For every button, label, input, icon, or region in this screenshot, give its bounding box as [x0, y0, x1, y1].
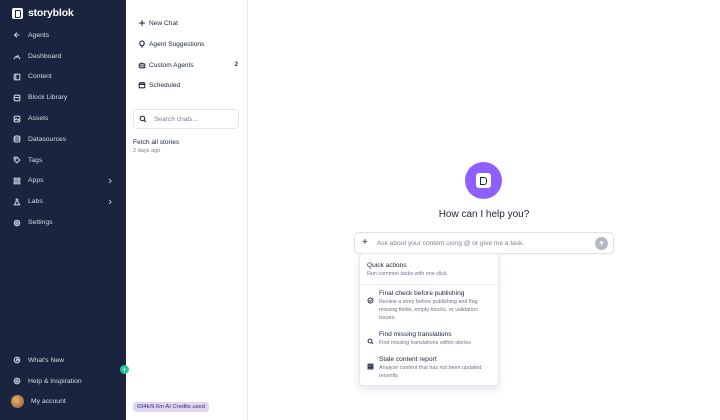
sidebar-item-agents[interactable]: Agents	[0, 25, 126, 46]
quick-action-final-check[interactable]: Final check before publishing Review a s…	[367, 290, 495, 322]
plus-icon	[139, 20, 145, 26]
arrow-up-icon	[599, 240, 604, 246]
sidebar-item-label: Dashboard	[28, 52, 62, 60]
quick-action-title: Final check before publishing	[379, 290, 465, 297]
sidebar-item-tags[interactable]: Tags	[0, 150, 126, 171]
assistant-avatar	[465, 162, 502, 199]
sidebar-item-label: Apps	[28, 177, 44, 185]
collapse-sidebar-button[interactable]	[120, 365, 129, 374]
sidebar-nav: Agents Dashboard Content Block Library A…	[0, 25, 126, 233]
sidebar-item-label: Agents	[28, 31, 50, 39]
chat-list-item[interactable]: Fetch all stories 2 days ago	[133, 139, 239, 154]
brand-name: storyblok	[28, 7, 74, 19]
quick-action-stale-content[interactable]: Stale content report Analyze content tha…	[367, 356, 495, 381]
new-chat-label: New Chat	[149, 19, 178, 27]
tag-icon	[13, 156, 21, 164]
sidebar-item-label: Labs	[28, 198, 43, 206]
gear-icon	[13, 219, 21, 227]
sidebar-item-label: Help & Inspiration	[28, 377, 82, 385]
custom-agents-count: 2	[234, 62, 238, 68]
chevron-right-icon	[107, 199, 113, 205]
sidebar-item-whats-new[interactable]: What's New	[0, 350, 126, 371]
block-library-icon	[13, 94, 21, 102]
sidebar-item-settings[interactable]: Settings	[0, 212, 126, 233]
storyblok-logo[interactable]: storyblok	[12, 7, 74, 19]
quick-action-desc: Find missing translations within stories	[379, 340, 471, 346]
sidebar-item-dashboard[interactable]: Dashboard	[0, 46, 126, 67]
main-area: How can I help you? + Quick actions Run …	[248, 0, 720, 420]
sidebar-item-label: Datasources	[28, 135, 67, 143]
sidebar-item-datasources[interactable]: Datasources	[0, 129, 126, 150]
quick-actions-dropdown: Quick actions Run common tasks with one …	[359, 253, 499, 386]
divider	[360, 284, 498, 285]
agent-suggestions-label: Agent Suggestions	[149, 40, 205, 48]
custom-agents-label: Custom Agents	[149, 61, 194, 69]
avatar	[11, 395, 24, 409]
sidebar-item-label: Block Library	[28, 94, 68, 102]
labs-icon	[13, 198, 21, 206]
sidebar-item-assets[interactable]: Assets	[0, 108, 126, 129]
scheduled-button[interactable]: Scheduled	[138, 81, 238, 89]
quick-action-missing-translations[interactable]: Find missing translations Find missing t…	[367, 331, 495, 348]
assets-icon	[13, 115, 21, 123]
plus-icon[interactable]: +	[362, 238, 368, 248]
scheduled-label: Scheduled	[149, 81, 181, 89]
sidebar-item-label: Assets	[28, 115, 49, 123]
search-chats	[133, 109, 239, 129]
chat-timestamp: 2 days ago	[133, 148, 161, 154]
search-icon	[367, 338, 374, 348]
quick-action-desc: Analyze content that has not been update…	[379, 365, 482, 379]
sidebar-item-label: Tags	[28, 156, 43, 164]
sidebar-item-help[interactable]: Help & Inspiration	[0, 371, 126, 392]
quick-action-title: Find missing translations	[379, 331, 452, 338]
custom-agents-button[interactable]: Custom Agents 2	[138, 61, 238, 69]
chevron-left-icon	[123, 367, 126, 372]
calendar-icon	[138, 82, 146, 89]
sidebar-item-content[interactable]: Content	[0, 67, 126, 88]
content-icon	[13, 73, 21, 81]
send-button[interactable]	[595, 237, 608, 250]
chat-title: Fetch all stories	[133, 139, 180, 146]
sidebar-item-label: My account	[31, 398, 66, 406]
quick-actions-subtitle: Run common tasks with one click.	[367, 271, 449, 277]
chat-panel: New Chat Agent Suggestions Custom Agents…	[126, 0, 248, 420]
grid-icon	[367, 363, 374, 381]
quick-action-desc: Review a story before publishing and fla…	[379, 299, 478, 321]
whats-new-icon	[13, 356, 21, 364]
prompt-box: +	[354, 232, 614, 254]
ai-credits-badge: 694k/9.6m AI Credits used	[133, 402, 209, 412]
arrow-left-icon	[13, 31, 21, 39]
new-chat-button[interactable]: New Chat	[138, 19, 238, 27]
sidebar-item-labs[interactable]: Labs	[0, 191, 126, 212]
quick-actions-title: Quick actions	[367, 262, 407, 269]
database-icon	[13, 135, 21, 143]
sidebar-item-label: What's New	[28, 356, 65, 364]
dashboard-icon	[13, 52, 21, 60]
search-icon	[139, 115, 147, 123]
quick-actions-header: Quick actions Run common tasks with one …	[367, 262, 448, 277]
prompt-input[interactable]	[376, 239, 587, 247]
sidebar-item-label: Content	[28, 73, 52, 81]
main-heading: How can I help you?	[438, 209, 530, 220]
check-circle-icon	[367, 297, 374, 322]
robot-icon	[138, 62, 146, 69]
lightbulb-icon	[139, 40, 145, 48]
sidebar-bottom: What's New Help & Inspiration My account	[0, 350, 126, 412]
search-chats-input[interactable]	[154, 115, 234, 123]
sidebar: storyblok Agents Dashboard Content Block…	[0, 0, 126, 420]
agent-suggestions-button[interactable]: Agent Suggestions	[138, 40, 238, 48]
apps-icon	[13, 177, 21, 185]
storyblok-bot-icon	[476, 173, 491, 188]
chevron-right-icon	[107, 178, 113, 184]
quick-action-title: Stale content report	[379, 356, 437, 363]
help-icon	[13, 377, 21, 385]
storyblok-logo-icon	[12, 7, 23, 19]
sidebar-item-my-account[interactable]: My account	[0, 392, 126, 413]
sidebar-item-block-library[interactable]: Block Library	[0, 87, 126, 108]
sidebar-item-label: Settings	[28, 219, 53, 227]
sidebar-item-apps[interactable]: Apps	[0, 171, 126, 192]
